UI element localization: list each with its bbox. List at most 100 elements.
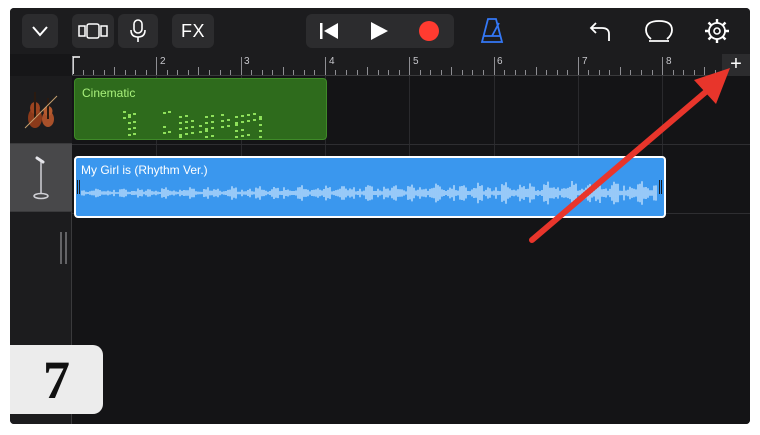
playhead-icon[interactable] (72, 54, 82, 76)
ruler-tick (557, 70, 558, 75)
region-my-girl-is[interactable]: My Girl is (Rhythm Ver.) (74, 156, 666, 218)
record-button[interactable] (406, 14, 452, 48)
midi-note (123, 117, 126, 119)
midi-note (163, 112, 166, 114)
ruler-tick (314, 70, 315, 75)
midi-note (211, 135, 214, 137)
strings-icon (24, 91, 58, 128)
midi-note (133, 113, 136, 115)
midi-note (128, 114, 131, 116)
midi-note (163, 126, 166, 128)
track-header-audio[interactable] (10, 144, 72, 212)
ruler-tick (399, 70, 400, 75)
ruler-tick (504, 70, 505, 75)
ruler-tick (293, 70, 294, 75)
ruler-tick (630, 70, 631, 75)
ruler-tick (609, 70, 610, 75)
midi-note (205, 130, 208, 132)
ruler-tick (304, 70, 305, 75)
midi-note (259, 118, 262, 120)
ruler-tick (588, 70, 589, 75)
midi-note (133, 127, 136, 129)
ruler-tick (251, 70, 252, 75)
midi-note (259, 130, 262, 132)
midi-note (241, 135, 244, 137)
region-trim-handle-left[interactable] (77, 180, 81, 194)
settings-button[interactable] (700, 14, 734, 48)
ruler-tick (641, 70, 642, 75)
bar-number: 5 (413, 56, 419, 67)
midi-note (179, 122, 182, 124)
loop-browser-button[interactable] (642, 14, 676, 48)
midi-note (179, 134, 182, 136)
ruler-tick (325, 57, 326, 75)
record-icon (419, 21, 439, 41)
microphone-button[interactable] (118, 14, 158, 48)
lane-divider (72, 144, 750, 145)
ruler-tick (525, 70, 526, 75)
audio-waveform (81, 181, 657, 205)
ruler-tick (652, 70, 653, 75)
undo-button[interactable] (584, 14, 616, 48)
midi-note (259, 116, 262, 118)
midi-note (128, 128, 131, 130)
ruler-tick (220, 70, 221, 75)
midi-note (199, 131, 202, 133)
midi-note (128, 134, 131, 136)
tracks-view-icon (78, 23, 108, 39)
transport-controls (306, 14, 454, 48)
tracks-view-button[interactable] (72, 14, 114, 48)
ruler-tick (198, 67, 199, 75)
ruler-tick (578, 57, 579, 75)
midi-note (133, 133, 136, 135)
midi-note (221, 114, 224, 116)
ruler-tick (673, 70, 674, 75)
microphone-icon (130, 19, 146, 42)
timeline-ruler[interactable]: 2 3 4 5 6 7 8 + (72, 54, 750, 76)
ruler-tick (146, 70, 147, 75)
midi-note (235, 136, 238, 138)
rewind-button[interactable] (306, 14, 352, 48)
ruler-tick (114, 67, 115, 75)
ruler-tick (93, 70, 94, 75)
midi-note (128, 116, 131, 118)
track-header-cinematic[interactable] (10, 76, 72, 144)
track-resize-handle[interactable] (60, 232, 72, 264)
region-trim-handle-right[interactable] (659, 180, 663, 194)
midi-note (168, 131, 171, 133)
midi-note (247, 134, 250, 136)
ruler-tick (335, 70, 336, 75)
metronome-button[interactable] (474, 14, 510, 48)
ruler-tick (104, 70, 105, 75)
midi-note (235, 124, 238, 126)
undo-icon (589, 22, 610, 41)
midi-note (227, 125, 230, 127)
ruler-tick (135, 70, 136, 75)
ruler-tick (536, 67, 537, 75)
bar-number: 6 (497, 56, 503, 67)
add-section-button[interactable]: + (722, 54, 750, 76)
ruler-tick (167, 70, 168, 75)
tracks-area[interactable]: Cinematic My Girl is (Rhythm Ver.) (72, 76, 750, 424)
midi-note (235, 116, 238, 118)
ruler-tick (156, 57, 157, 75)
ruler-tick (230, 70, 231, 75)
waveform-path (81, 181, 657, 205)
browser-menu-button[interactable] (22, 14, 58, 48)
ruler-tick (420, 70, 421, 75)
ruler-tick (483, 70, 484, 75)
fx-label: FX (180, 20, 205, 41)
midi-note (205, 116, 208, 118)
play-button[interactable] (356, 14, 402, 48)
fx-button[interactable]: FX (172, 14, 214, 48)
ruler-tick (346, 70, 347, 75)
ruler-tick (367, 67, 368, 75)
region-cinematic[interactable]: Cinematic (74, 78, 327, 140)
midi-note (235, 122, 238, 124)
midi-note (259, 124, 262, 126)
ruler-tick (283, 67, 284, 75)
midi-note (241, 129, 244, 131)
midi-note (168, 111, 171, 113)
ruler-tick (567, 70, 568, 75)
midi-notes (123, 111, 262, 138)
